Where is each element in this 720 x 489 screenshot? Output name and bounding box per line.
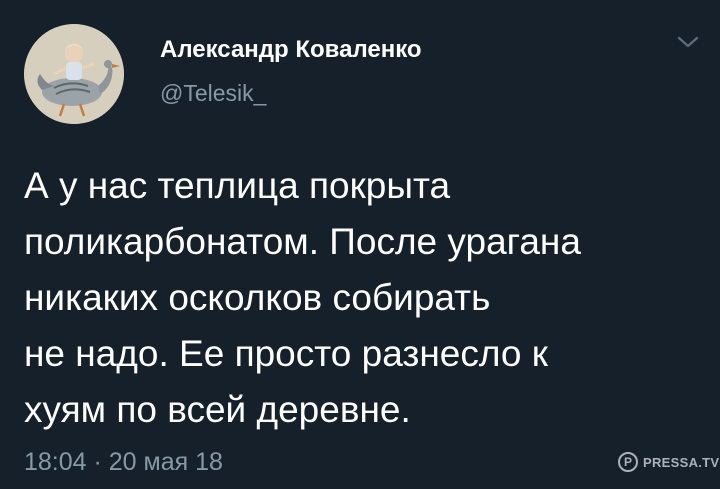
tweet-text: А у нас теплица покрыта поликарбонатом. … bbox=[24, 165, 581, 430]
user-handle[interactable]: @Telesik_ bbox=[160, 80, 266, 107]
watermark-logo-icon: P bbox=[618, 452, 638, 472]
display-name[interactable]: Александр Коваленко bbox=[160, 36, 422, 64]
watermark-text: PRESSA.TV bbox=[643, 454, 720, 470]
tweet-timestamp[interactable]: 18:04 · 20 мая 18 bbox=[24, 448, 223, 477]
avatar[interactable] bbox=[24, 24, 124, 124]
chevron-down-icon[interactable] bbox=[676, 34, 700, 52]
avatar-illustration-icon bbox=[24, 24, 124, 124]
tweet-card: Александр Коваленко @Telesik_ А у нас те… bbox=[0, 0, 720, 489]
watermark: P PRESSA.TV bbox=[618, 451, 719, 473]
